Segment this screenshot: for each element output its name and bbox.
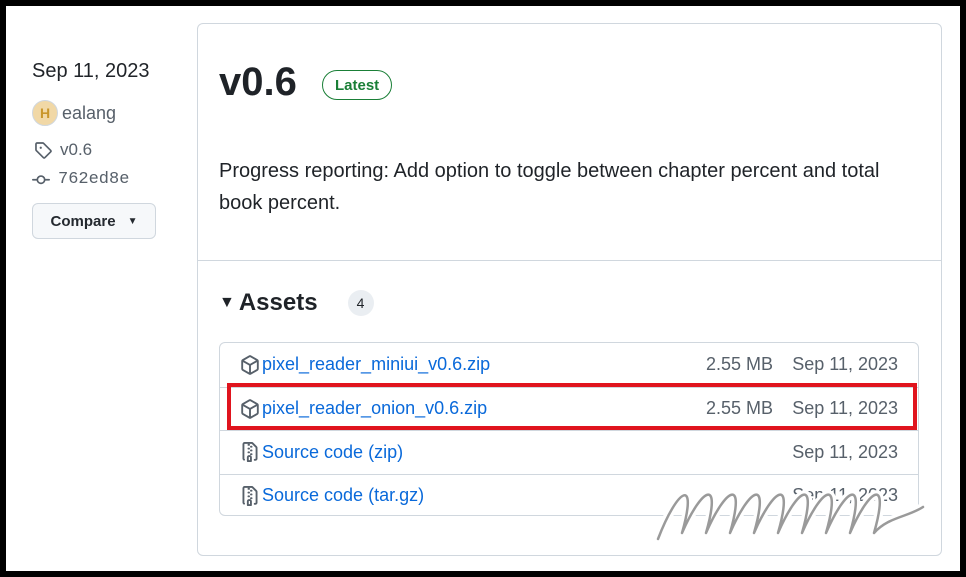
asset-format: (tar.gz) [368, 485, 425, 506]
release-title[interactable]: v0.6 [219, 60, 297, 105]
asset-format: (zip) [368, 441, 404, 462]
asset-date: Sep 11, 2023 [792, 398, 898, 419]
asset-row: pixel_reader_miniui_v0.6.zip 2.55 MB Sep… [220, 343, 918, 387]
commit-link[interactable]: 762ed8e [32, 170, 129, 189]
assets-header[interactable]: ▼ Assets 4 [219, 289, 374, 317]
package-icon [241, 398, 259, 419]
tag-name: v0.6 [60, 140, 93, 159]
assets-toggle[interactable]: ▼ Assets [219, 289, 318, 317]
compare-button[interactable]: Compare ▼ [32, 203, 156, 239]
author-link[interactable]: H ealang [32, 100, 116, 126]
package-icon [241, 354, 259, 375]
asset-size: 2.55 MB [705, 398, 773, 419]
asset-date: Sep 11, 2023 [792, 441, 898, 462]
file-zip-icon [242, 485, 258, 506]
asset-date: Sep 11, 2023 [792, 354, 898, 375]
assets-count-badge: 4 [347, 290, 374, 316]
release-page: Sep 11, 2023 H ealang v0.6 762ed8e Compa… [6, 6, 960, 571]
release-date: Sep 11, 2023 [32, 60, 150, 82]
divider [198, 260, 941, 261]
tag-link[interactable]: v0.6 [34, 140, 92, 160]
asset-name: pixel_reader_onion_v0.6.zip [262, 398, 488, 419]
asset-name: Source code [262, 485, 364, 506]
tag-icon [35, 142, 52, 159]
asset-link[interactable]: pixel_reader_miniui_v0.6.zip [262, 354, 490, 375]
commit-sha: 762ed8e [58, 170, 130, 189]
avatar: H [32, 100, 58, 126]
assets-title: Assets [238, 289, 318, 316]
asset-link[interactable]: Source code (tar.gz) [262, 485, 424, 506]
release-notes: Progress reporting: Add option to toggle… [219, 160, 880, 214]
asset-row: pixel_reader_onion_v0.6.zip 2.55 MB Sep … [220, 386, 918, 431]
asset-name: Source code [262, 441, 364, 462]
asset-link[interactable]: Source code (zip) [262, 442, 403, 463]
file-zip-icon [242, 442, 258, 463]
asset-link[interactable]: pixel_reader_onion_v0.6.zip [262, 398, 487, 419]
latest-badge: Latest [322, 70, 393, 100]
commit-icon [32, 174, 50, 184]
chevron-down-icon: ▼ [127, 215, 138, 227]
watermark-scribble [653, 490, 928, 544]
asset-size: 2.55 MB [705, 354, 773, 375]
compare-label: Compare [50, 212, 116, 230]
author-name: ealang [62, 102, 117, 123]
asset-name: pixel_reader_miniui_v0.6.zip [262, 354, 491, 375]
triangle-down-icon: ▼ [219, 294, 235, 311]
asset-row: Source code (zip) Sep 11, 2023 [220, 430, 918, 474]
